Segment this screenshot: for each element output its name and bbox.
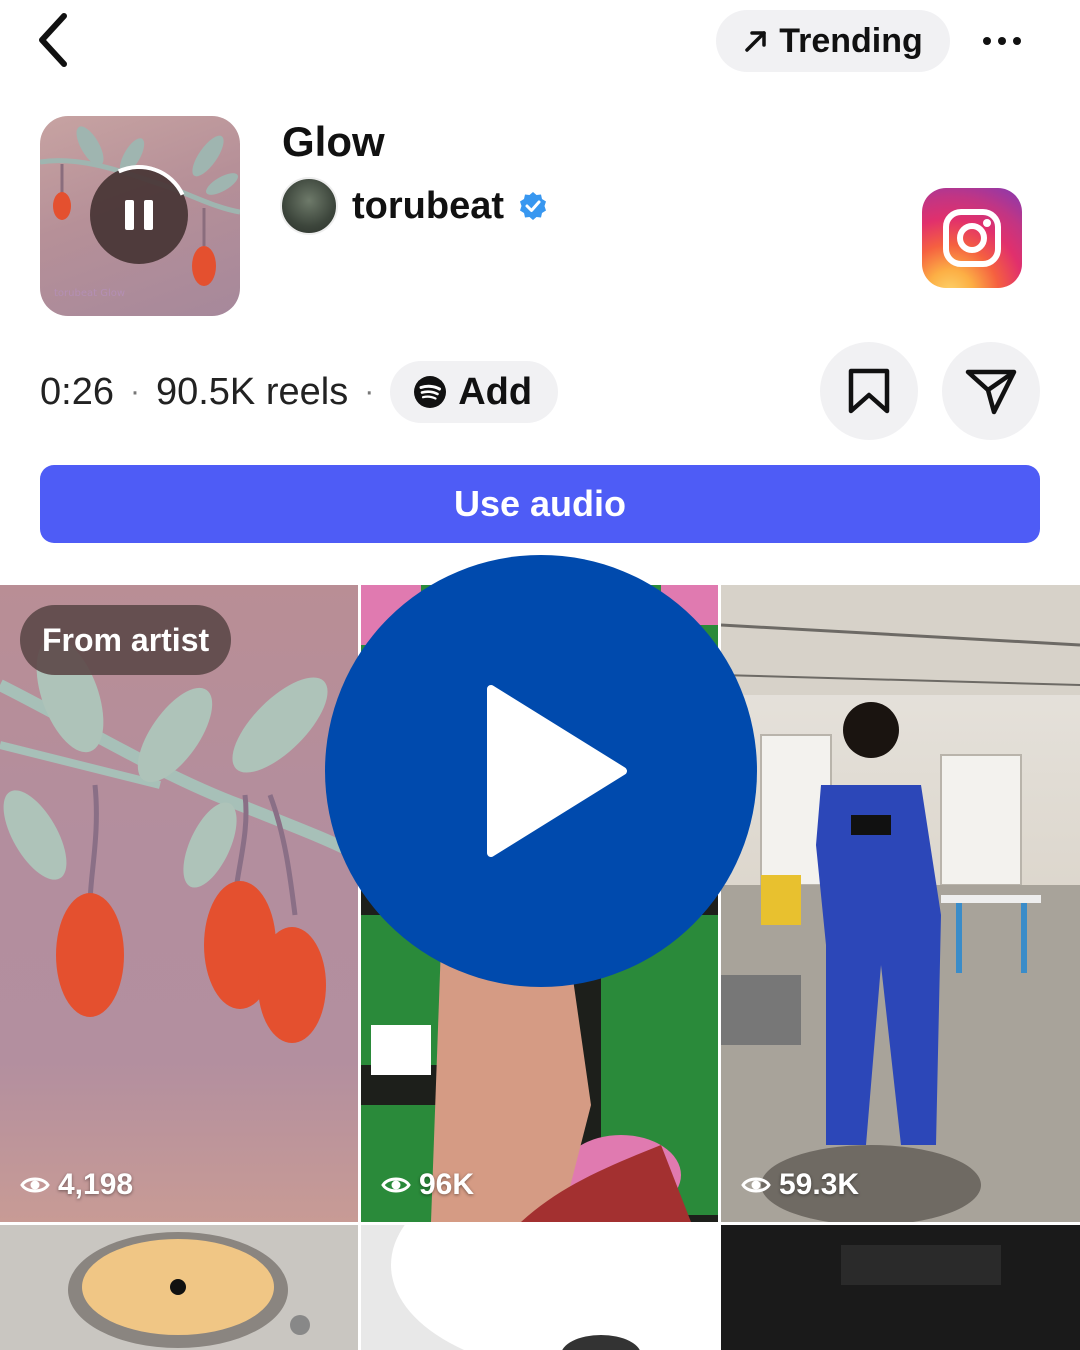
view-count: 59.3K <box>741 1168 859 1202</box>
spotify-icon <box>414 376 447 408</box>
add-label: Add <box>458 370 533 413</box>
play-icon <box>487 685 627 857</box>
artist-link[interactable]: torubeat <box>280 177 548 235</box>
instagram-icon <box>922 188 1022 288</box>
pause-button[interactable] <box>90 166 188 264</box>
view-count-value: 59.3K <box>779 1168 860 1201</box>
reel-thumbnail <box>391 1225 718 1350</box>
use-audio-button[interactable]: Use audio <box>40 465 1040 543</box>
reels-count: 90.5K reels <box>155 370 349 413</box>
reel-tile[interactable]: 59.3K <box>721 585 1080 1222</box>
track-meta: 0:26 · 90.5K reels · Add <box>40 360 559 424</box>
eye-icon <box>741 1177 771 1193</box>
bookmark-icon <box>848 368 890 414</box>
track-title: Glow <box>282 118 385 165</box>
share-icon <box>965 369 1017 415</box>
reel-tile[interactable]: From artist 4,198 <box>0 585 358 1222</box>
from-artist-badge: From artist <box>20 605 232 675</box>
reel-thumbnail <box>721 585 1080 1222</box>
more-options-button[interactable] <box>970 12 1034 70</box>
view-count: 96K <box>381 1168 474 1202</box>
view-count: 4,198 <box>20 1168 133 1202</box>
reel-thumbnail <box>0 637 358 1043</box>
duration: 0:26 <box>40 370 114 413</box>
artist-name: torubeat <box>352 184 504 227</box>
play-video-button[interactable] <box>325 555 757 987</box>
share-button[interactable] <box>942 342 1040 440</box>
back-icon <box>39 13 67 67</box>
reel-tile[interactable] <box>0 1225 358 1350</box>
back-button[interactable] <box>22 8 82 72</box>
eye-icon <box>381 1177 411 1193</box>
separator-dot: · <box>364 375 375 408</box>
pause-icon <box>125 200 153 230</box>
trending-label: Trending <box>779 21 923 60</box>
eye-icon <box>20 1177 50 1193</box>
save-button[interactable] <box>820 342 918 440</box>
verified-icon <box>520 192 546 220</box>
reel-tile[interactable] <box>721 1225 1080 1350</box>
more-icon <box>983 37 1021 45</box>
view-count-value: 4,198 <box>58 1168 134 1201</box>
view-count-value: 96K <box>419 1168 475 1201</box>
reel-thumbnail <box>841 1245 1001 1285</box>
cover-text: torubeat Glow <box>54 288 125 299</box>
add-to-spotify-button[interactable]: Add <box>390 361 559 423</box>
trending-button[interactable]: Trending <box>716 10 950 72</box>
reel-thumbnail <box>68 1232 310 1348</box>
artist-avatar <box>280 177 338 235</box>
trending-arrow-icon <box>745 31 766 52</box>
separator-dot: · <box>129 375 140 408</box>
reel-tile[interactable] <box>361 1225 718 1350</box>
